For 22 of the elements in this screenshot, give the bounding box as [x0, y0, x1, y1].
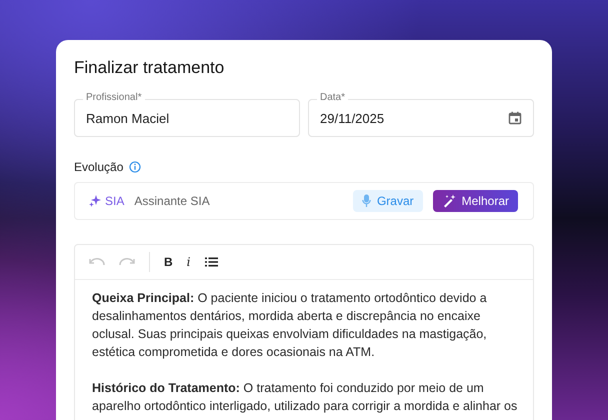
paragraph: Histórico do Tratamento: O tratamento foi conduzido por meio de um aparelho ortodôntico interligado, utilizado para corrigir a mordida e alinhar os: [92, 380, 518, 415]
sparkle-icon: [89, 195, 101, 207]
input-field[interactable]: Data* 29/11/2025: [308, 92, 534, 137]
paragraph: Queixa Principal: O paciente iniciou o tratamento ortodôntico devido a desalinhamentos dentários, mordida aberta e discrepância no encaixe oclusal. Suas principais queixas envolviam dificuldades na mastigação, estética comprometida e dores ocasionais na ATM.: [92, 290, 488, 361]
italic-button[interactable]: i: [182, 251, 195, 273]
field-value: 29/11/2025: [320, 110, 386, 126]
magic-wand-icon: [442, 194, 456, 208]
calendar-icon[interactable]: [508, 111, 522, 125]
improve-button[interactable]: Melhorar: [432, 190, 518, 212]
input-field[interactable]: Profissional* Ramon Maciel: [74, 92, 300, 137]
section-label: Evolução: [74, 160, 124, 174]
text-editor[interactable]: [74, 244, 534, 420]
bold-button[interactable]: B: [160, 251, 177, 273]
redo-icon: [119, 257, 135, 267]
bullet-list-icon: [204, 257, 218, 267]
dialog-title: Finalizar tratamento: [74, 58, 226, 78]
microphone-icon: [362, 194, 371, 208]
undo-icon: [89, 257, 105, 267]
assistant-logo: SIA: [105, 194, 124, 208]
field-value: Ramon Maciel: [86, 110, 170, 126]
info-icon[interactable]: [129, 161, 142, 173]
assistant-name: Assinante SIA: [134, 194, 210, 208]
